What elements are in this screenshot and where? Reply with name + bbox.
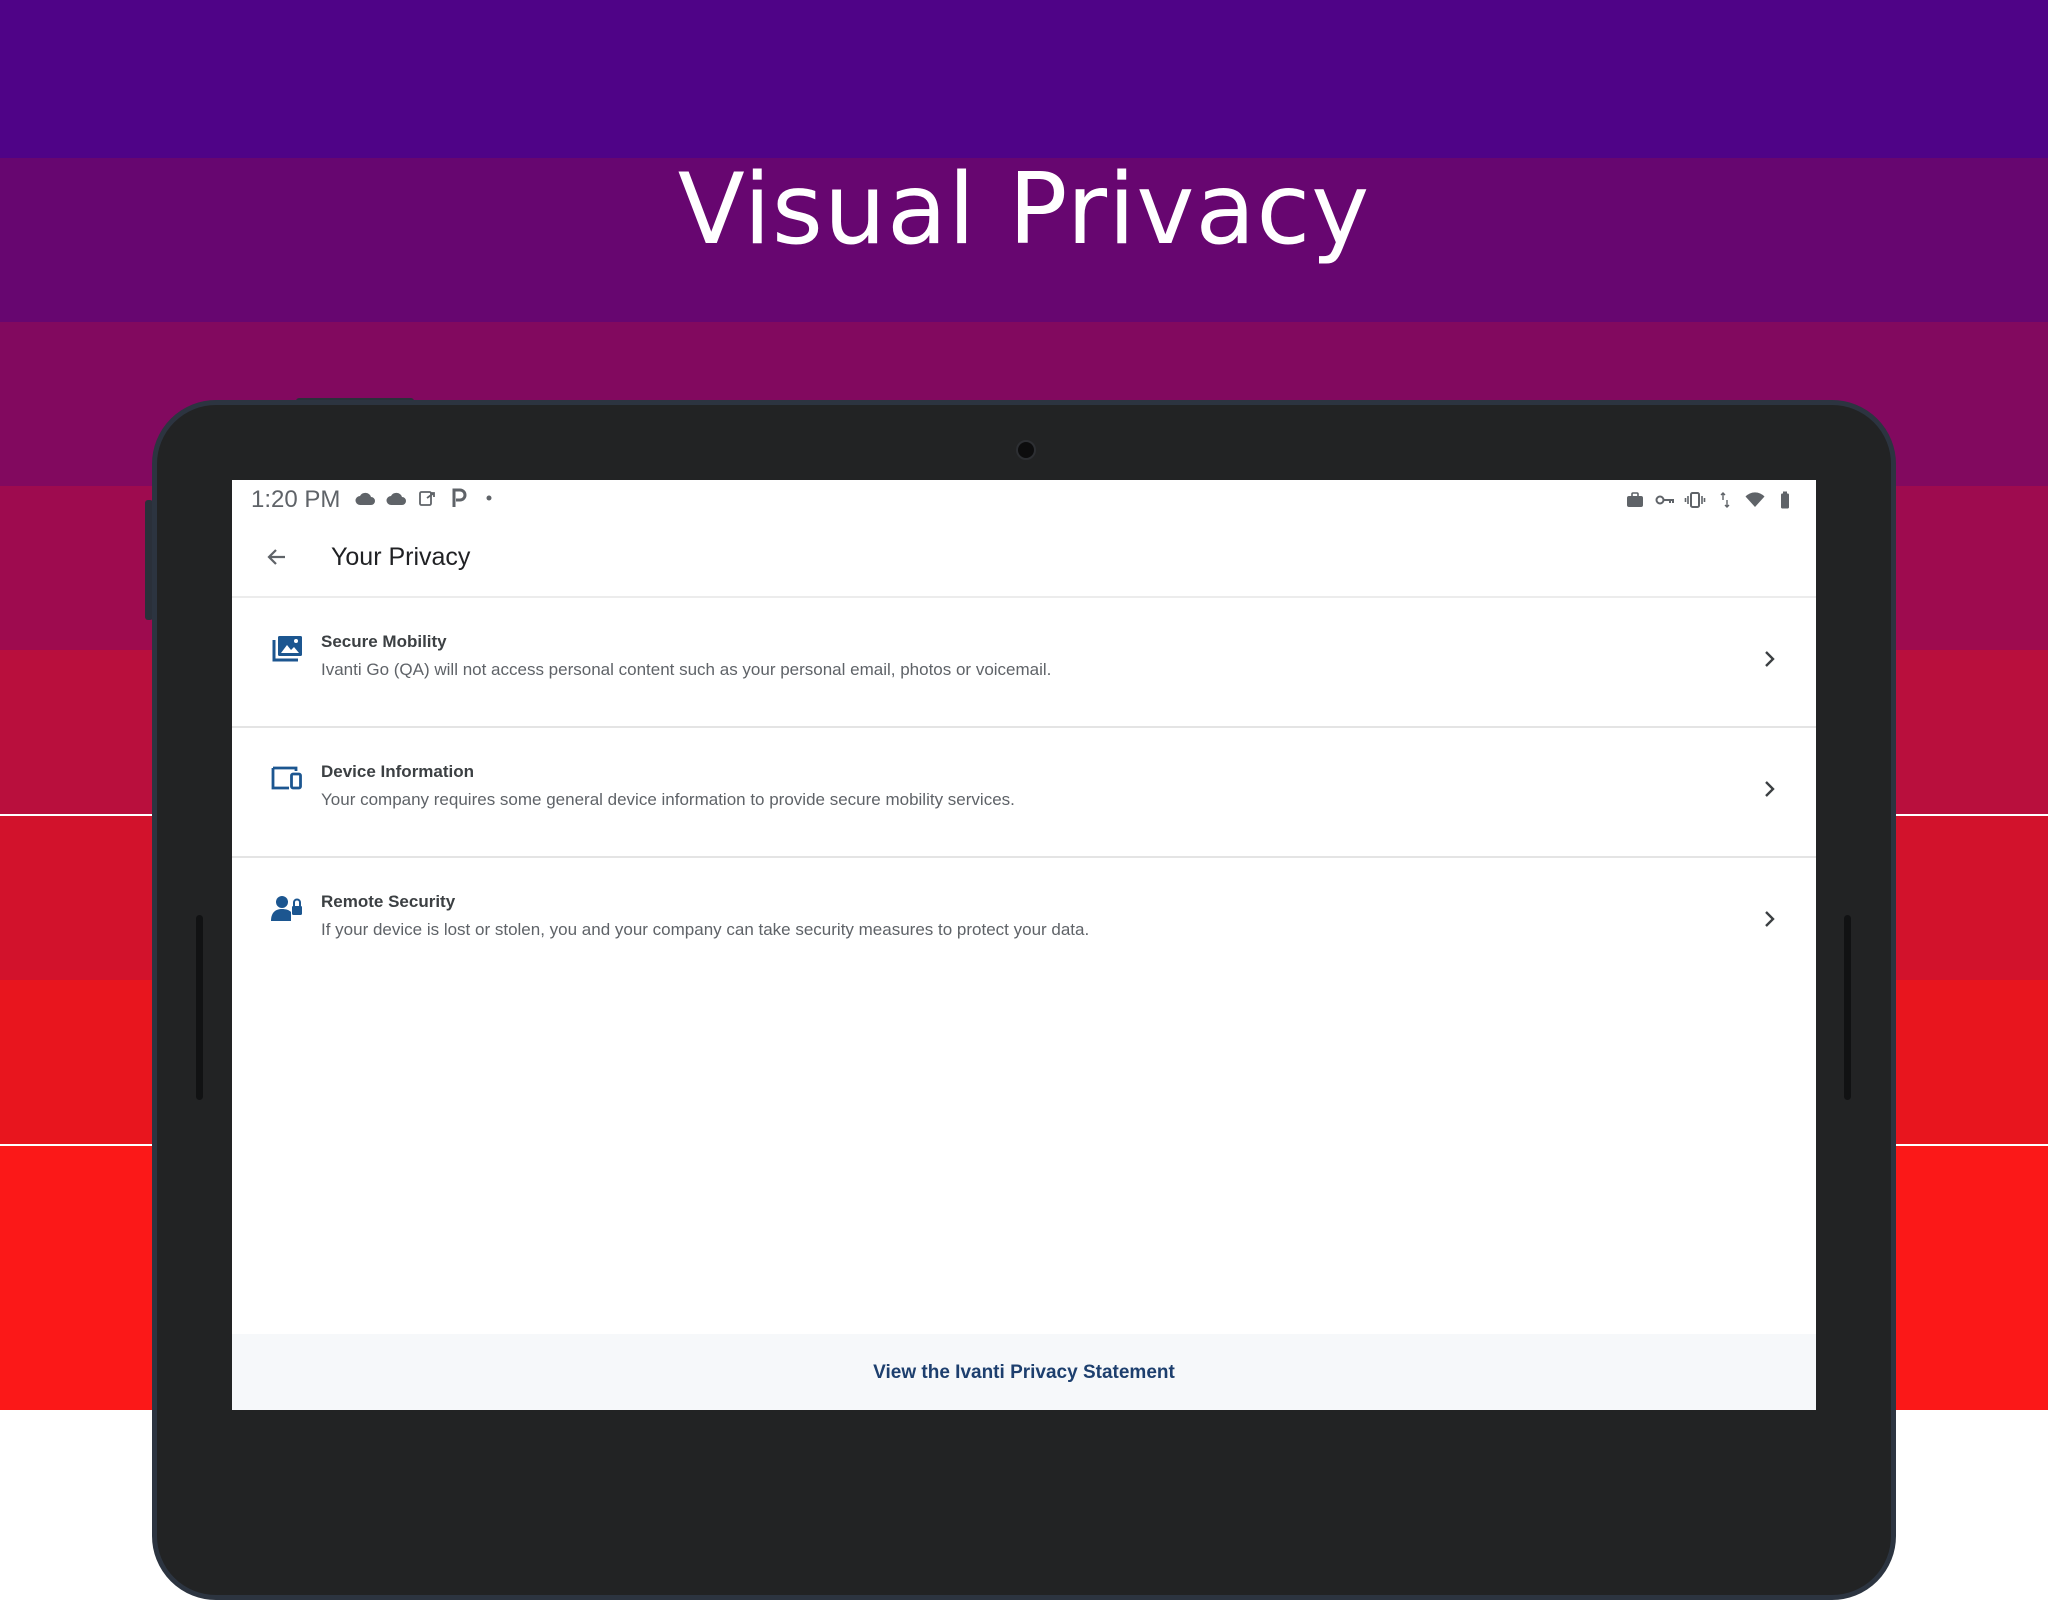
speaker-right: [1844, 915, 1851, 1100]
item-title: Device Information: [321, 762, 475, 781]
system-icons: [1624, 489, 1796, 511]
page-title: Your Privacy: [331, 543, 471, 571]
chevron-right-icon: [1765, 781, 1775, 797]
wifi-icon: [1744, 489, 1766, 511]
item-description: Ivanti Go (QA) will not access personal …: [321, 660, 1052, 679]
arrow-back-icon: [267, 549, 285, 565]
user-lock-icon: [270, 890, 304, 924]
privacy-statement-link[interactable]: View the Ivanti Privacy Statement: [873, 1362, 1175, 1384]
dot-icon: [478, 487, 500, 509]
list-item-secure-mobility[interactable]: Secure Mobility Ivanti Go (QA) will not …: [232, 598, 1816, 728]
weather-cloud-icon: [385, 487, 407, 509]
photo-library-icon: [270, 630, 304, 664]
briefcase-icon: [1624, 489, 1646, 511]
app-bar: Your Privacy: [232, 518, 1816, 598]
item-description: If your device is lost or stolen, you an…: [321, 920, 1090, 939]
background-band: [0, 0, 2048, 164]
list-item-remote-security[interactable]: Remote Security If your device is lost o…: [232, 858, 1816, 986]
vibrate-icon: [1684, 489, 1706, 511]
headline: Visual Privacy: [677, 153, 1371, 267]
camera: [1016, 440, 1036, 460]
data-arrows-icon: [1714, 489, 1736, 511]
list-item-device-information[interactable]: Device Information Your company requires…: [232, 728, 1816, 858]
speaker-left: [196, 915, 203, 1100]
devices-icon: [270, 760, 304, 794]
status-time: 1:20 PM: [251, 486, 341, 513]
chevron-right-icon: [1765, 911, 1775, 927]
notification-icons: [354, 487, 500, 509]
battery-icon: [1774, 489, 1796, 511]
item-title: Secure Mobility: [321, 632, 447, 651]
cast-icon: [416, 487, 438, 509]
device-screen: 1:20 PM Your Privacy Secure Mobility Iva…: [232, 480, 1816, 1410]
weather-cloud-icon: [354, 487, 376, 509]
parking-app-icon: [447, 487, 469, 509]
vpn-key-icon: [1654, 489, 1676, 511]
chevron-right-icon: [1765, 651, 1775, 667]
footer: View the Ivanti Privacy Statement: [232, 1334, 1816, 1410]
status-bar: 1:20 PM: [232, 480, 1816, 518]
privacy-list: Secure Mobility Ivanti Go (QA) will not …: [232, 598, 1816, 986]
item-title: Remote Security: [321, 892, 456, 911]
back-button[interactable]: [254, 534, 300, 580]
item-description: Your company requires some general devic…: [321, 790, 1015, 809]
